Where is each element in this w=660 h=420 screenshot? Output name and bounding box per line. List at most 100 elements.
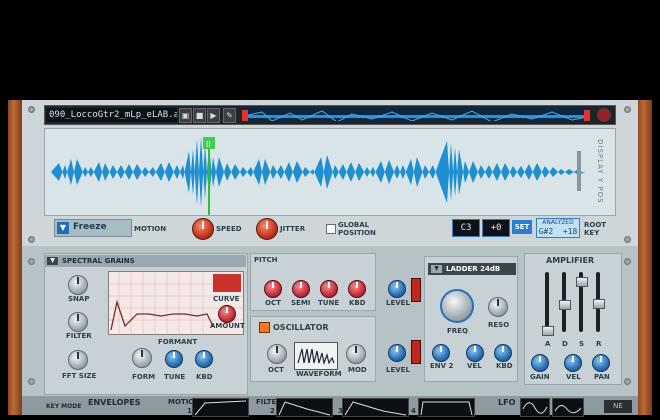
attack-slider-track[interactable]	[545, 272, 549, 332]
play-icon[interactable]: ▶	[207, 108, 220, 123]
rack-rail-left	[8, 100, 22, 415]
lfo-title: LFO	[498, 398, 516, 407]
motion-envelope-display[interactable]	[192, 398, 249, 417]
snap-label: SNAP	[68, 295, 90, 303]
osc-mod-label: MOD	[348, 366, 367, 374]
filter-vel-knob[interactable]	[466, 344, 484, 362]
record-icon[interactable]	[597, 108, 611, 122]
filter-env2-knob[interactable]	[432, 344, 450, 362]
filter-freq-knob[interactable]	[440, 289, 474, 323]
filter-reso-label: RESO	[488, 321, 510, 329]
envelope-4-graphic	[420, 401, 473, 416]
waveform-selector[interactable]	[294, 342, 338, 370]
filter-type-selector[interactable]: ▼ LADDER 24dB	[428, 263, 516, 275]
lfo-1-display[interactable]	[520, 398, 550, 417]
speed-label: SPEED	[216, 225, 242, 233]
screw	[624, 236, 631, 243]
osc-mod-knob[interactable]	[346, 344, 366, 364]
jitter-label: JITTER	[280, 225, 306, 233]
release-slider-handle[interactable]	[593, 299, 605, 309]
pitch-oct-knob[interactable]	[264, 280, 282, 298]
key-mode-label: KEY MODE	[46, 403, 82, 410]
sustain-slider-handle[interactable]	[576, 277, 588, 287]
osc-route-button[interactable]	[411, 340, 421, 364]
playhead-marker: II	[206, 140, 211, 149]
amp-gain-knob[interactable]	[531, 354, 549, 372]
envelopes-title: ENVELOPES	[88, 398, 141, 407]
global-position-label: GLOBAL POSITION	[338, 221, 376, 237]
amount-label: AMOUNT	[210, 322, 245, 330]
formant-tune-knob[interactable]	[165, 350, 183, 368]
attack-slider-handle[interactable]	[542, 326, 554, 336]
sustain-label: S	[579, 340, 585, 348]
jitter-knob[interactable]	[256, 218, 278, 240]
root-key-label: ROOT KEY	[584, 221, 607, 237]
envelope-4-number: 4	[411, 407, 416, 415]
form-knob[interactable]	[132, 348, 152, 368]
amp-vel-knob[interactable]	[564, 354, 582, 372]
oscillator-enable-led[interactable]	[259, 322, 270, 333]
screw	[28, 258, 35, 265]
filter-freq-label: FREQ	[447, 327, 468, 335]
grains-route-button[interactable]	[411, 278, 421, 302]
filter-type-value: LADDER 24dB	[446, 265, 501, 273]
decay-slider-handle[interactable]	[559, 300, 571, 310]
filter-envelope-graphic	[278, 401, 331, 416]
filter-kbd-knob[interactable]	[494, 344, 512, 362]
folder-icon[interactable]: ▣	[179, 108, 192, 123]
envelope-1-number: 1	[187, 407, 192, 415]
global-position-checkbox[interactable]	[326, 224, 336, 234]
waveform-display[interactable]: II	[44, 128, 616, 216]
amount-knob[interactable]	[218, 305, 236, 323]
screw	[624, 106, 631, 113]
osc-oct-knob[interactable]	[267, 344, 287, 364]
sample-filename[interactable]: 090_LoccoGtr2_mLp_eLAB.ai	[47, 108, 177, 122]
chevron-down-icon: ▼	[57, 222, 69, 234]
playback-controls: ▼ Freeze MOTION SPEED JITTER GLOBAL POSI…	[44, 216, 614, 244]
mode-value: Freeze	[73, 222, 107, 232]
formant-kbd-knob[interactable]	[195, 350, 213, 368]
pencil-icon[interactable]: ✎	[223, 108, 236, 123]
grains-level-knob[interactable]	[388, 280, 406, 298]
screw	[624, 378, 631, 385]
oscillator-title: OSCILLATOR	[273, 323, 329, 332]
filter-reso-knob[interactable]	[488, 297, 508, 317]
chevron-down-icon: ▼	[431, 265, 442, 273]
save-icon[interactable]: ■	[193, 108, 206, 123]
filter-knob[interactable]	[68, 312, 88, 332]
main-waveform: II	[51, 137, 591, 215]
mode-selector[interactable]: ▼ Freeze	[54, 219, 132, 237]
chevron-down-icon: ▼	[47, 257, 58, 265]
formant-title: FORMANT	[158, 338, 198, 346]
screw	[624, 258, 631, 265]
overview-waveform[interactable]	[242, 108, 590, 121]
envelope-4-display[interactable]	[418, 398, 475, 417]
spectral-grains-header[interactable]: ▼ SPECTRAL GRAINS	[44, 255, 246, 267]
rack-rail-right	[638, 100, 652, 415]
speed-knob[interactable]	[192, 218, 214, 240]
snap-knob[interactable]	[68, 275, 88, 295]
analyzed-label: ANALYZED	[542, 219, 574, 226]
analyzed-key-display: ANALYZED G#2 +18	[536, 218, 580, 238]
pitch-semi-knob[interactable]	[292, 280, 310, 298]
pitch-tune-knob[interactable]	[320, 280, 338, 298]
root-offset-display[interactable]: +0	[482, 219, 510, 237]
filter-envelope-display[interactable]	[276, 398, 333, 417]
root-note-display[interactable]: C3	[452, 219, 480, 237]
waveform-label: WAVEFORM	[296, 370, 342, 378]
osc-level-knob[interactable]	[388, 344, 406, 362]
envelope-3-display[interactable]	[342, 398, 409, 417]
screw	[28, 378, 35, 385]
pitch-kbd-knob[interactable]	[348, 280, 366, 298]
amp-pan-knob[interactable]	[592, 354, 610, 372]
osc-level-label: LEVEL	[386, 366, 410, 374]
set-root-button[interactable]: SET	[512, 220, 532, 234]
amp-vel-label: VEL	[566, 373, 581, 381]
pitch-oct-label: OCT	[265, 299, 281, 307]
lfo-2-display[interactable]	[552, 398, 584, 417]
pencil-icon[interactable]	[213, 274, 241, 292]
watermark-badge: NE	[604, 400, 632, 413]
amplifier-title: AMPLIFIER	[546, 256, 595, 265]
display-y-pos-slider[interactable]	[577, 151, 581, 191]
fft-size-knob[interactable]	[68, 350, 88, 370]
